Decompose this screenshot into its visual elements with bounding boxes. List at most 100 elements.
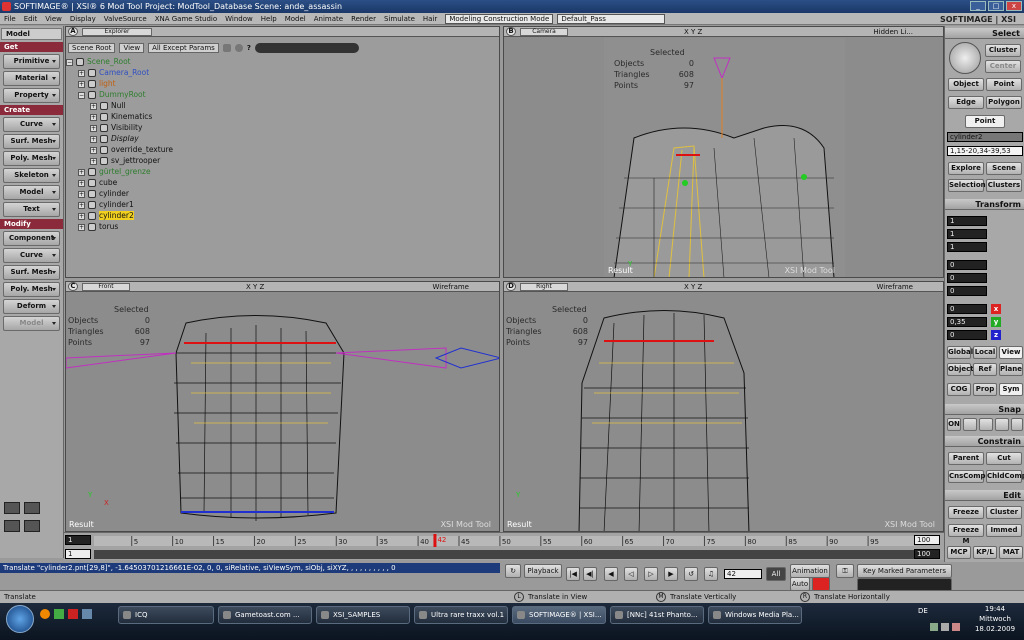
tree-node[interactable]: + override_texture [66, 144, 173, 155]
cnscomp-button[interactable]: CnsComp [948, 470, 986, 483]
viewport-b-xyz[interactable]: X Y Z [684, 27, 702, 37]
translate-x-field[interactable]: 0 [947, 304, 987, 314]
point-active-button[interactable]: Point [965, 115, 1005, 128]
timeline-ruler[interactable]: 5 10 15 20 25 30 35 40 45 50 55 60 65 70 75 80 85 90 95 42 [94, 533, 914, 561]
parent-button[interactable]: Parent [948, 452, 984, 465]
deform-button[interactable]: Deform [3, 299, 60, 314]
immed-button[interactable]: Immed [986, 524, 1022, 537]
edge-button[interactable]: Edge [948, 96, 984, 109]
menu-window[interactable]: Window [221, 15, 257, 23]
rotate-y-field[interactable]: 0 [947, 273, 987, 283]
scene-button[interactable]: Scene [986, 162, 1022, 175]
create-poly-mesh-button[interactable]: Poly. Mesh [3, 151, 60, 166]
material-button[interactable]: Material [3, 71, 60, 86]
skeleton-button[interactable]: Skeleton [3, 168, 60, 183]
translate-y-field[interactable]: 0,35 [947, 317, 987, 327]
modify-curve-button[interactable]: Curve [3, 248, 60, 263]
module-selector[interactable]: Model [1, 28, 62, 40]
center-button[interactable]: Center [985, 60, 1021, 73]
clock[interactable]: 19:44 Mittwoch 18.02.2009 [970, 604, 1020, 634]
animation-button[interactable]: Animation [790, 564, 830, 578]
construction-mode-dropdown[interactable]: Modeling Construction Mode [445, 13, 554, 24]
minimize-button[interactable]: _ [970, 1, 986, 11]
chldcomp-button[interactable]: ChldComp [986, 470, 1024, 483]
tree-node[interactable]: + cylinder2 [66, 210, 173, 221]
explorer-title[interactable]: Explorer [82, 28, 152, 36]
tree-node[interactable]: + Visibility [66, 122, 173, 133]
snap-on-button[interactable]: ON [947, 418, 961, 431]
prop-button[interactable]: Prop [973, 383, 997, 396]
scale-y-field[interactable]: 1 [947, 229, 987, 239]
translate-z-field[interactable]: 0 [947, 330, 987, 340]
play-button[interactable]: ▷ [644, 567, 658, 581]
snap-curve-icon[interactable] [995, 418, 1009, 431]
menu-simulate[interactable]: Simulate [380, 15, 419, 23]
explore-button[interactable]: Explore [948, 162, 984, 175]
prev-frame-button[interactable]: ◀ [604, 567, 618, 581]
freeze-button[interactable]: Freeze [948, 506, 984, 519]
go-start-button[interactable]: |◀ [566, 567, 580, 581]
tree-node[interactable]: + torus [66, 221, 173, 232]
mcp-tab[interactable]: MCP [947, 546, 971, 559]
play-back-button[interactable]: ◁ [624, 567, 638, 581]
tree-node[interactable]: + cylinder [66, 188, 173, 199]
volume-icon[interactable] [941, 623, 949, 631]
expand-toggle-icon[interactable]: + [78, 80, 85, 88]
viewport-camera[interactable]: B Camera X Y Z Hidden Li... Y Selected O… [503, 26, 944, 278]
viewport-c-shading[interactable]: Wireframe [432, 282, 469, 292]
expand-toggle-icon[interactable]: − [78, 91, 85, 99]
axis-y-toggle[interactable]: y [991, 317, 1001, 327]
point-button[interactable]: Point [986, 78, 1022, 91]
mat-tab[interactable]: MAT [999, 546, 1023, 559]
all-button[interactable]: All [766, 567, 786, 581]
task-xsi-samples[interactable]: XSI_SAMPLES [316, 606, 410, 624]
snap-point-icon[interactable] [979, 418, 993, 431]
polygon-button[interactable]: Polygon [986, 96, 1022, 109]
object-ref-button[interactable]: Object [947, 363, 974, 376]
menu-help[interactable]: Help [257, 15, 281, 23]
viewport-front[interactable]: C Front X Y Z Wireframe Y X Selected Obj… [65, 281, 500, 532]
security-icon[interactable] [952, 623, 960, 631]
cluster-button[interactable]: Cluster [985, 44, 1021, 57]
snap-grid-icon[interactable] [963, 418, 977, 431]
freeze-m-button[interactable]: Freeze M [948, 524, 984, 545]
tree-node[interactable]: + cylinder1 [66, 199, 173, 210]
maximize-button[interactable]: □ [988, 1, 1004, 11]
viewport-b-camera[interactable]: Camera [520, 28, 568, 36]
viewport-right[interactable]: D Right X Y Z Wireframe Y Selected Objec… [503, 281, 944, 532]
key-icon[interactable]: ⚿ [836, 564, 854, 578]
selection-button[interactable]: Selection [948, 179, 986, 192]
timeline[interactable]: 1 1 5 10 15 20 25 30 35 40 45 50 55 60 65 70 75 80 85 90 9… [64, 532, 944, 560]
expand-toggle-icon[interactable]: + [78, 168, 85, 176]
filter-button[interactable]: All Except Params [148, 43, 219, 53]
tree-node[interactable]: + light [66, 78, 173, 89]
view-button-transform[interactable]: View [999, 346, 1023, 359]
next-frame-button[interactable]: ▶ [664, 567, 678, 581]
pass-dropdown[interactable]: Default_Pass [557, 13, 666, 24]
viewport-d-xyz[interactable]: X Y Z [684, 282, 702, 292]
task-gametoast[interactable]: Gametoast.com ... [218, 606, 312, 624]
select-arrow-icon[interactable] [949, 42, 981, 74]
task-ultra-rare[interactable]: Ultra rare traxx vol.1 [414, 606, 508, 624]
scale-z-field[interactable]: 1 [947, 242, 987, 252]
text-button[interactable]: Text [3, 202, 60, 217]
auto-key-button[interactable]: Auto [790, 577, 810, 591]
language-indicator[interactable]: DE [918, 607, 928, 615]
task-icq[interactable]: ICQ [118, 606, 214, 624]
primitive-button[interactable]: Primitive [3, 54, 60, 69]
scope-button[interactable]: Scene Root [68, 43, 116, 53]
snap-settings-icon[interactable] [1011, 418, 1023, 431]
selection-range-field[interactable]: 1,15-20,34-39,53 [947, 146, 1023, 156]
cluster-edit-button[interactable]: Cluster [986, 506, 1022, 519]
expand-toggle-icon[interactable]: + [90, 157, 97, 165]
viewport-d-camera[interactable]: Right [520, 283, 568, 291]
audio-button[interactable]: ♫ [704, 567, 718, 581]
expand-toggle-icon[interactable]: − [66, 58, 73, 66]
expand-toggle-icon[interactable]: + [78, 212, 85, 220]
expand-toggle-icon[interactable]: + [90, 102, 97, 110]
start-button[interactable] [6, 605, 34, 633]
xsi-icon[interactable] [68, 609, 78, 619]
expand-toggle-icon[interactable]: + [78, 201, 85, 209]
menu-valvesource[interactable]: ValveSource [100, 15, 151, 23]
menu-animate[interactable]: Animate [310, 15, 347, 23]
